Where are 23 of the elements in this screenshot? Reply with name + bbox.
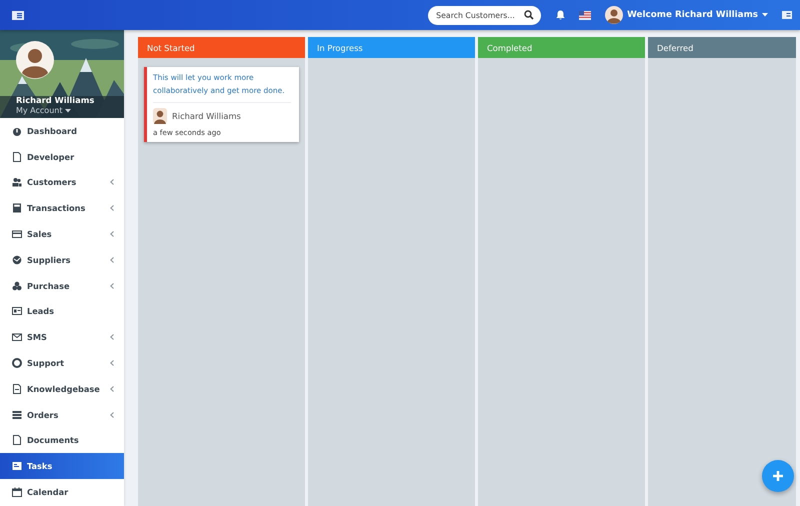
sidebar-item[interactable]: Developer [0,144,124,170]
column-header: Completed [478,37,645,58]
sidebar-item[interactable]: Transactions [0,195,124,222]
sidebar-item[interactable]: Purchase [0,272,124,299]
sidebar-item[interactable]: Knowledgebase [0,376,124,402]
user-menu[interactable]: Welcome Richard Williams [627,10,768,20]
sidebar-item[interactable]: Leads [0,298,124,324]
column-header: Not Started [138,37,305,58]
sidebar-item[interactable]: SMS [0,324,124,350]
sidebar-item[interactable]: Dashboard [0,118,124,144]
sidebar-item[interactable]: Calendar [0,479,124,505]
author-name: Richard Williams [172,111,241,121]
sidebar-item[interactable]: Documents [0,428,124,454]
sidebar-item[interactable]: Suppliers [0,246,124,273]
sidebar-item[interactable]: Orders [0,402,124,428]
sidebar-item[interactable]: Sales [0,221,124,247]
column-header: Deferred [648,37,796,58]
sidebar-item[interactable]: Customers [0,170,124,196]
column-header: In Progress [308,37,475,58]
account-menu[interactable]: My Account [16,106,72,115]
sidebar-item[interactable]: Support [0,350,124,376]
user-name: Richard Williams [16,95,94,105]
sidebar-item[interactable]: Tasks [0,453,124,480]
